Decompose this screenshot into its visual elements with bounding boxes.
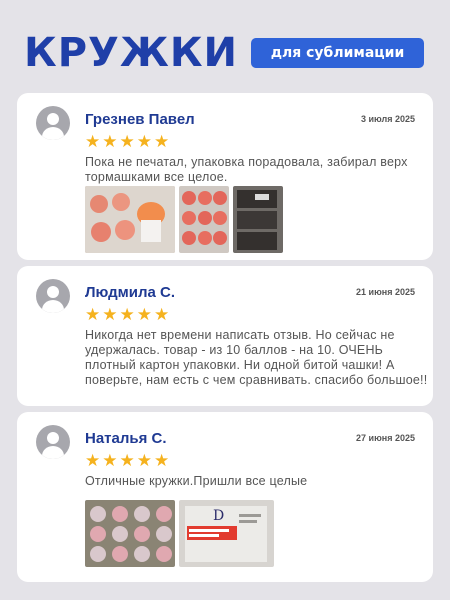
review-text: Отличные кружки.Пришли все целые: [85, 474, 308, 488]
rating-stars: ★ ★ ★ ★ ★: [85, 306, 169, 324]
review-photo[interactable]: [179, 186, 229, 253]
user-avatar-icon: [36, 425, 70, 459]
star-icon: ★: [154, 305, 170, 325]
reviewer-name: Грезнев Павел: [85, 111, 195, 128]
svg-text:D: D: [213, 508, 224, 524]
star-icon: ★: [136, 451, 152, 471]
star-icon: ★: [119, 305, 135, 325]
star-icon: ★: [85, 132, 101, 152]
review-photos: [85, 186, 283, 253]
review-card: Людмила С. 21 июня 2025 ★ ★ ★ ★ ★ Никогд…: [17, 266, 433, 406]
star-icon: ★: [102, 305, 118, 325]
user-avatar-icon: [36, 279, 70, 313]
star-icon: ★: [154, 132, 170, 152]
review-date: 27 июня 2025: [356, 433, 415, 443]
user-avatar-icon: [36, 106, 70, 140]
star-icon: ★: [136, 305, 152, 325]
rating-stars: ★ ★ ★ ★ ★: [85, 133, 169, 151]
star-icon: ★: [136, 132, 152, 152]
star-icon: ★: [102, 132, 118, 152]
review-date: 21 июня 2025: [356, 287, 415, 297]
reviewer-name: Наталья С.: [85, 430, 167, 447]
review-photo[interactable]: D: [179, 500, 274, 567]
review-photos: D: [85, 500, 274, 567]
review-date: 3 июля 2025: [361, 114, 415, 124]
star-icon: ★: [154, 451, 170, 471]
star-icon: ★: [119, 451, 135, 471]
star-icon: ★: [119, 132, 135, 152]
review-text: Пока не печатал, упаковка порадовала, за…: [85, 155, 408, 184]
review-text: Никогда нет времени написать отзыв. Но с…: [85, 328, 428, 387]
star-icon: ★: [85, 451, 101, 471]
star-icon: ★: [102, 451, 118, 471]
page-title: КРУЖКИ: [24, 30, 238, 76]
review-card: Наталья С. 27 июня 2025 ★ ★ ★ ★ ★ Отличн…: [17, 412, 433, 582]
review-photo[interactable]: [85, 186, 175, 253]
page-header: КРУЖКИ для сублимации: [0, 0, 450, 90]
reviewer-name: Людмила С.: [85, 284, 176, 301]
rating-stars: ★ ★ ★ ★ ★: [85, 452, 169, 470]
review-card: Грезнев Павел 3 июля 2025 ★ ★ ★ ★ ★ Пока…: [17, 93, 433, 260]
star-icon: ★: [85, 305, 101, 325]
review-photo[interactable]: [233, 186, 283, 253]
category-badge: для сублимации: [251, 38, 424, 68]
review-photo[interactable]: [85, 500, 175, 567]
